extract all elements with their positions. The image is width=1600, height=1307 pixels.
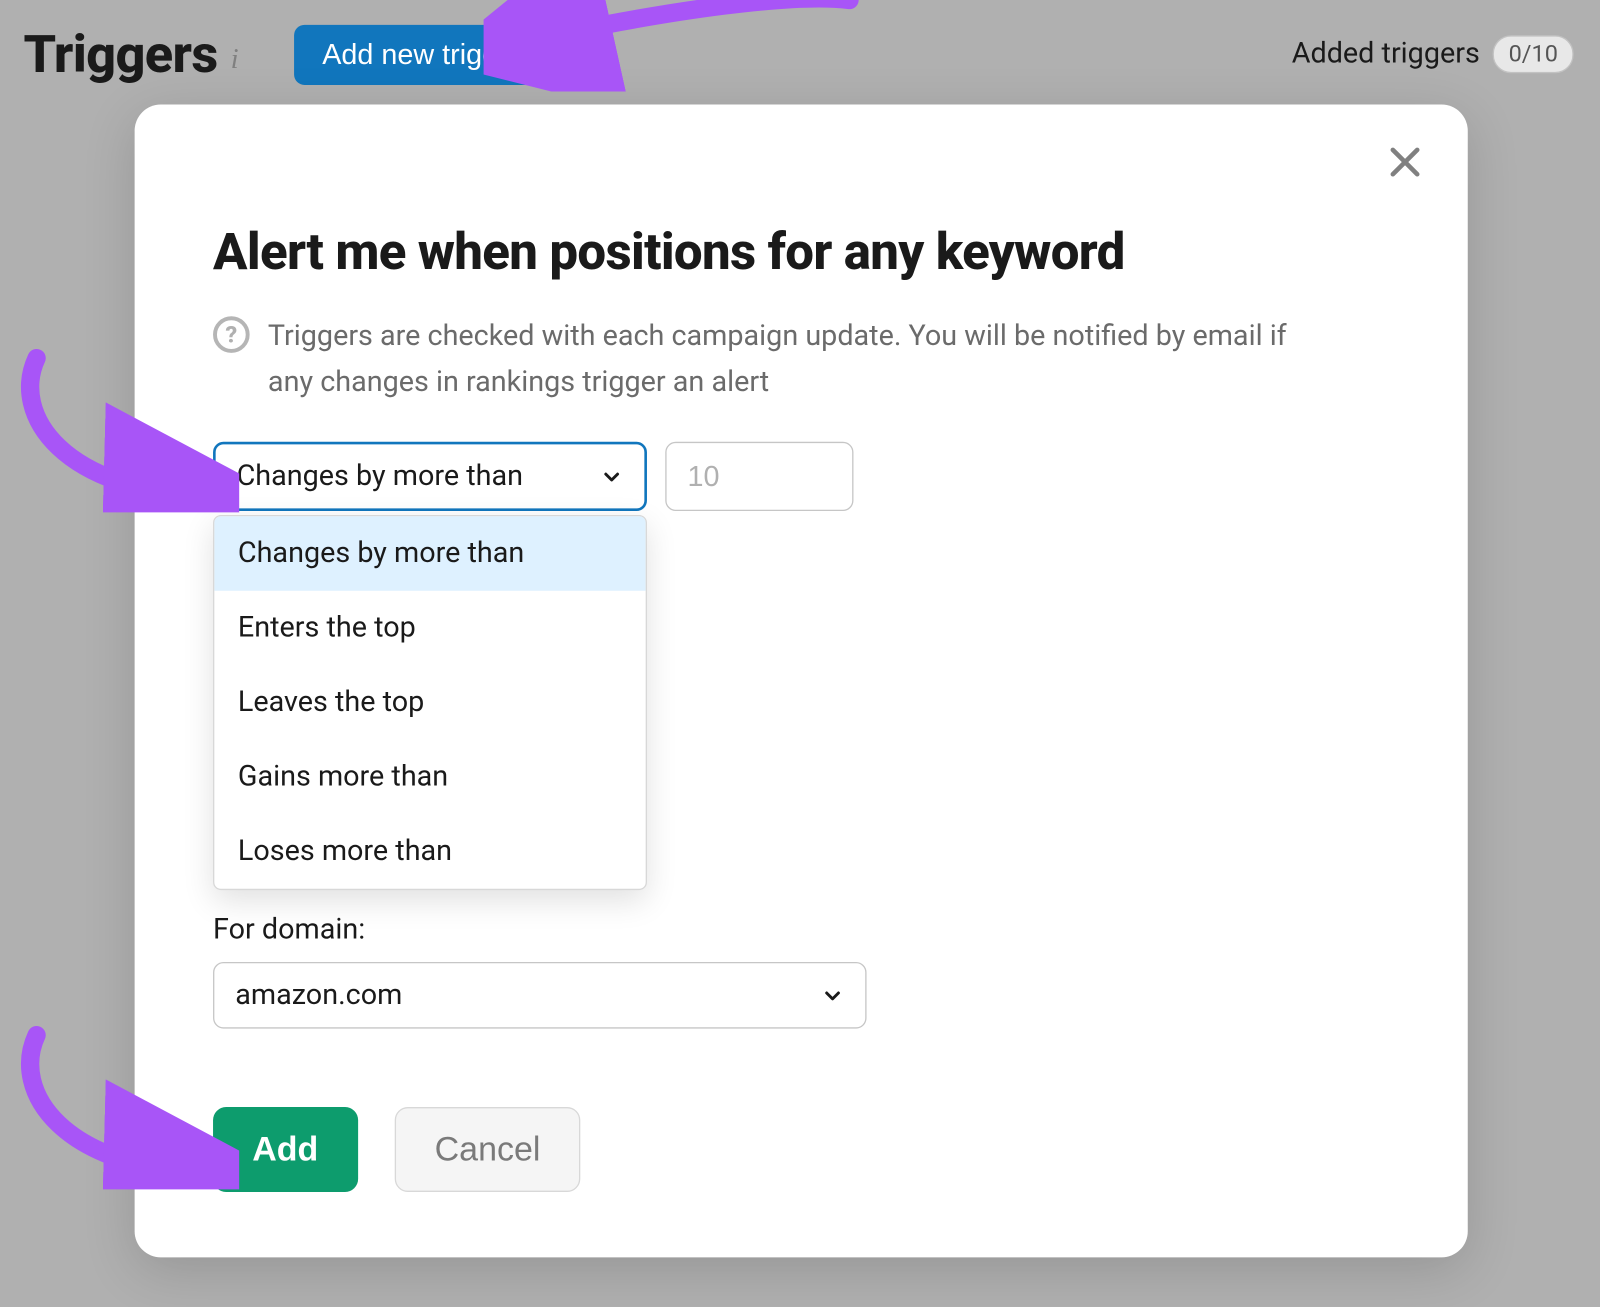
trigger-modal: Alert me when positions for any keyword … (135, 105, 1468, 1258)
added-triggers-label: Added triggers (1292, 38, 1480, 71)
help-icon: ? (213, 316, 250, 353)
dropdown-item-leaves-the-top[interactable]: Leaves the top (214, 666, 645, 740)
close-icon[interactable] (1387, 144, 1424, 186)
domain-dropdown[interactable]: amazon.com (213, 962, 867, 1029)
chevron-down-icon (600, 465, 624, 489)
page-title: Triggers (24, 24, 218, 85)
add-button[interactable]: Add (213, 1108, 357, 1193)
helper-text: Triggers are checked with each campaign … (268, 314, 1287, 406)
threshold-input[interactable] (665, 442, 853, 511)
dropdown-item-gains-more-than[interactable]: Gains more than (214, 740, 645, 814)
add-new-trigger-button[interactable]: Add new trigger (293, 24, 552, 84)
domain-selected-label: amazon.com (235, 979, 402, 1012)
page-header: Triggers i Add new trigger Added trigger… (0, 0, 1600, 98)
dropdown-item-loses-more-than[interactable]: Loses more than (214, 815, 645, 889)
cancel-button[interactable]: Cancel (394, 1108, 581, 1193)
trigger-count-badge: 0/10 (1493, 35, 1574, 73)
chevron-down-icon (821, 984, 845, 1008)
info-icon[interactable]: i (231, 41, 239, 75)
domain-label: For domain: (213, 914, 1389, 947)
dropdown-item-enters-the-top[interactable]: Enters the top (214, 591, 645, 665)
condition-dropdown[interactable]: Changes by more than (213, 442, 647, 511)
modal-title: Alert me when positions for any keyword (213, 222, 1389, 282)
condition-dropdown-menu: Changes by more than Enters the top Leav… (213, 515, 647, 890)
dropdown-item-changes-by-more-than[interactable]: Changes by more than (214, 517, 645, 591)
condition-selected-label: Changes by more than (237, 461, 523, 494)
